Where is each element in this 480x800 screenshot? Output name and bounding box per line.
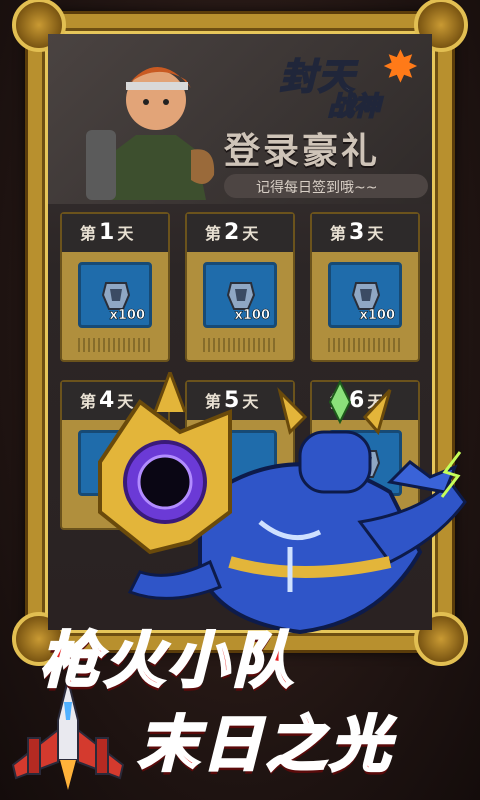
promo-title-line2: 末日之光 [137, 709, 394, 782]
day-card-header: 第1天 [62, 214, 168, 252]
day-label: 第2天 [205, 220, 259, 245]
game-logo: ✸ 封天 战神 [270, 42, 420, 123]
day-label: 第1天 [80, 220, 134, 245]
login-reward-title: 登录豪礼 [224, 131, 381, 172]
reward-item-slot: x100 [78, 262, 152, 328]
hero-soldier-illustration [86, 66, 215, 200]
day-card-header: 第3天 [312, 214, 418, 252]
day-card-2[interactable]: 第2天 x100 [185, 212, 295, 362]
reward-quantity: x100 [109, 308, 145, 324]
reward-quantity: x100 [359, 308, 395, 324]
promo-artwork: ✸ 封天 战神 登录豪礼 记得每日签到哦~~ 第1天 x100 第 2 天 x1… [0, 0, 480, 800]
burst-star-icon: ✸ [382, 42, 419, 93]
reward-item-slot: x100 [328, 262, 402, 328]
reward-banner: ✸ 封天 战神 登录豪礼 记得每日签到哦~~ [48, 34, 432, 204]
day-label: 第3天 [330, 220, 384, 245]
daily-checkin-subtitle: 记得每日签到哦~~ [256, 180, 378, 196]
day-card-1[interactable]: 第1天 x100 [60, 212, 170, 362]
day-card-3[interactable]: 第3天 x100 [310, 212, 420, 362]
card-stripe [78, 338, 152, 352]
logo-text-bottom: 战神 [327, 91, 381, 123]
card-stripe [328, 338, 402, 352]
card-stripe [203, 338, 277, 352]
reward-quantity: x100 [234, 308, 270, 324]
day-card-header: 第2天 [187, 214, 293, 252]
reward-item-slot: x100 [203, 262, 277, 328]
promo-title-line1: 枪火小队 [39, 625, 296, 698]
